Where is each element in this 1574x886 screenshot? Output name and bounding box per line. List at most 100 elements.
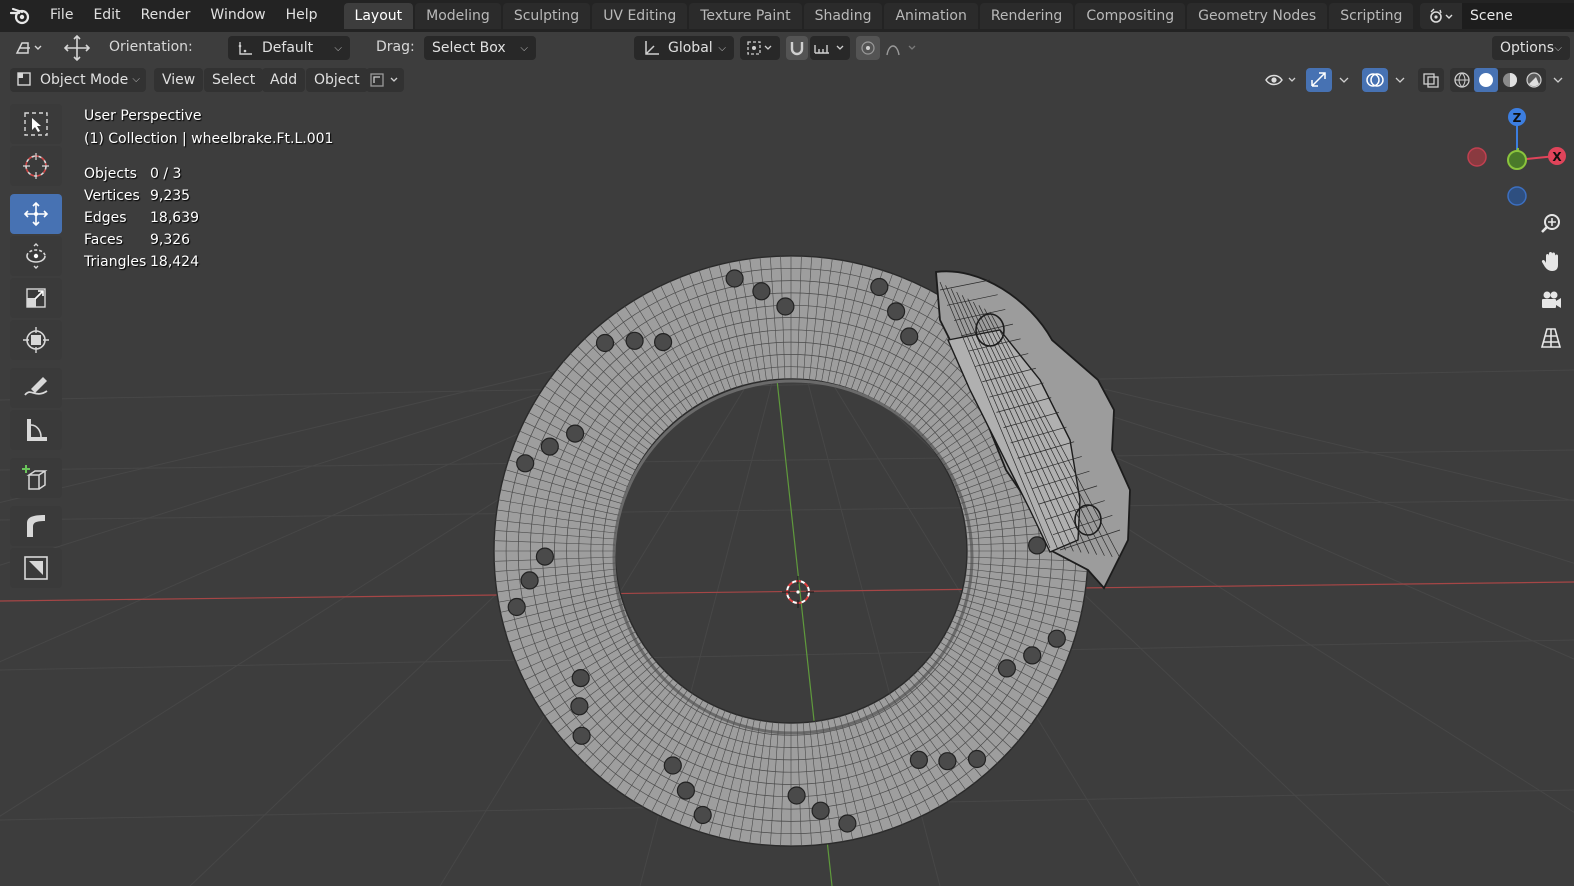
zoom-button[interactable] — [1536, 209, 1566, 239]
navigation-gizmo[interactable]: Z X — [1460, 100, 1574, 212]
tab-animation[interactable]: Animation — [884, 3, 978, 29]
stat-value: 9,326 — [150, 232, 191, 248]
add-cube-icon — [22, 465, 48, 490]
overlays-options-dropdown[interactable] — [1390, 68, 1410, 92]
y-axis-handle[interactable] — [1507, 150, 1527, 170]
tab-layout[interactable]: Layout — [343, 3, 414, 29]
tab-geometry-nodes[interactable]: Geometry Nodes — [1187, 3, 1328, 29]
rotate-icon — [26, 243, 46, 269]
transform-tool[interactable] — [10, 320, 62, 360]
move-tool[interactable] — [10, 194, 62, 234]
xray-icon — [1423, 73, 1439, 88]
solid-shading-icon[interactable] — [1479, 73, 1493, 87]
menu-render[interactable]: Render — [131, 0, 201, 32]
mode-value: Object Mode — [40, 72, 129, 88]
measure-tool[interactable] — [10, 410, 62, 450]
annotate-tool[interactable] — [10, 368, 62, 408]
orientation-icon — [238, 42, 252, 55]
tab-sculpting[interactable]: Sculpting — [502, 3, 591, 29]
annotate-icon — [24, 377, 48, 396]
visibility-dropdown[interactable] — [1262, 68, 1302, 92]
scene-name-field[interactable]: Scene — [1462, 3, 1574, 29]
z-axis-label: Z — [1513, 111, 1522, 125]
pan-button[interactable] — [1536, 247, 1566, 277]
tab-compositing[interactable]: Compositing — [1075, 3, 1186, 29]
material-shading-icon[interactable] — [1503, 73, 1517, 87]
menu-window[interactable]: Window — [200, 0, 275, 32]
rotate-tool[interactable] — [10, 236, 62, 276]
add-cube-tool[interactable] — [10, 458, 62, 498]
stat-value: 0 / 3 — [150, 166, 182, 182]
viewport-scene — [0, 94, 1574, 886]
pan-hand-icon — [1541, 252, 1558, 271]
workspace-tabs: Layout Modeling Sculpting UV Editing Tex… — [343, 0, 1438, 32]
proportional-falloff-dropdown[interactable] — [882, 36, 922, 60]
snap-toggle[interactable] — [786, 36, 808, 60]
gizmo-options-dropdown[interactable] — [1334, 68, 1354, 92]
neg-x-axis-handle[interactable] — [1467, 147, 1487, 167]
camera-icon — [1542, 291, 1561, 308]
tab-rendering[interactable]: Rendering — [979, 3, 1074, 29]
blender-logo-icon[interactable] — [0, 0, 40, 32]
extrude-icon — [24, 556, 48, 580]
shading-options-dropdown[interactable] — [1548, 68, 1568, 92]
orientation-label: Orientation: — [109, 39, 193, 55]
neg-z-axis-handle[interactable] — [1507, 186, 1527, 206]
shear-tool[interactable] — [10, 506, 62, 546]
extrude-tool[interactable] — [10, 548, 62, 588]
transform-orientation-dropdown[interactable]: Global ⌵ — [634, 36, 734, 60]
proportional-edit-toggle[interactable] — [856, 36, 880, 60]
transform-orientation-value: Global — [668, 40, 713, 56]
cursor-icon — [23, 153, 49, 179]
orientation-dropdown[interactable]: Default ⌵ — [228, 36, 350, 60]
pivot-point-button[interactable] — [740, 36, 780, 60]
menu-view[interactable]: View — [154, 68, 204, 92]
proportional-edit-icon — [861, 41, 875, 55]
stat-value: 9,235 — [150, 188, 191, 204]
menu-edit[interactable]: Edit — [83, 0, 130, 32]
xray-toggle[interactable] — [1418, 68, 1444, 92]
shear-icon — [27, 515, 45, 537]
tab-scripting[interactable]: Scripting — [1329, 3, 1414, 29]
tool-shelf — [10, 104, 62, 590]
editor-type-button[interactable] — [10, 36, 48, 60]
mode-dropdown[interactable]: Object Mode ⌵ — [10, 68, 146, 92]
editor-type-icon — [15, 42, 42, 54]
select-box-tool[interactable] — [10, 104, 62, 144]
snap-target-dropdown[interactable] — [810, 36, 850, 60]
move-arrows-icon — [63, 34, 91, 62]
drag-dropdown[interactable]: Select Box ⌵ — [424, 36, 536, 60]
cursor-tool[interactable] — [10, 146, 62, 186]
scale-tool[interactable] — [10, 278, 62, 318]
pivot-point-icon — [747, 41, 772, 55]
tab-shading[interactable]: Shading — [803, 3, 883, 29]
wireframe-shading-icon[interactable] — [1454, 72, 1470, 88]
stat-label: Triangles — [84, 254, 147, 270]
chevron-down-icon: ⌵ — [1554, 42, 1562, 54]
transform-affect-dropdown[interactable] — [366, 68, 404, 92]
top-menu-bar: File Edit Render Window Help Layout Mode… — [0, 0, 1574, 32]
stat-value: 18,424 — [150, 254, 199, 270]
menu-help[interactable]: Help — [276, 0, 328, 32]
menu-file[interactable]: File — [40, 0, 83, 32]
menu-select[interactable]: Select — [204, 68, 264, 92]
menu-add[interactable]: Add — [262, 68, 306, 92]
x-axis-label: X — [1552, 150, 1562, 164]
gizmo-toggle[interactable] — [1306, 68, 1332, 92]
rendered-shading-icon[interactable] — [1526, 72, 1542, 88]
transform-icon — [23, 327, 49, 353]
viewport-info-overlay: User Perspective (1) Collection | wheelb… — [84, 105, 333, 151]
tab-uv-editing[interactable]: UV Editing — [592, 3, 688, 29]
options-dropdown[interactable]: Options ⌵ — [1492, 36, 1570, 60]
camera-view-button[interactable] — [1536, 285, 1566, 315]
scale-icon — [26, 288, 46, 308]
toggle-projection-button[interactable] — [1536, 323, 1566, 353]
tab-modeling[interactable]: Modeling — [415, 3, 501, 29]
scene-browse-button[interactable] — [1420, 3, 1462, 29]
3d-viewport[interactable] — [0, 94, 1574, 886]
stat-label: Vertices — [84, 188, 140, 204]
menu-object[interactable]: Object — [306, 68, 368, 92]
overlays-toggle[interactable] — [1362, 68, 1388, 92]
tab-texture-paint[interactable]: Texture Paint — [689, 3, 802, 29]
drag-label: Drag: — [376, 39, 415, 55]
